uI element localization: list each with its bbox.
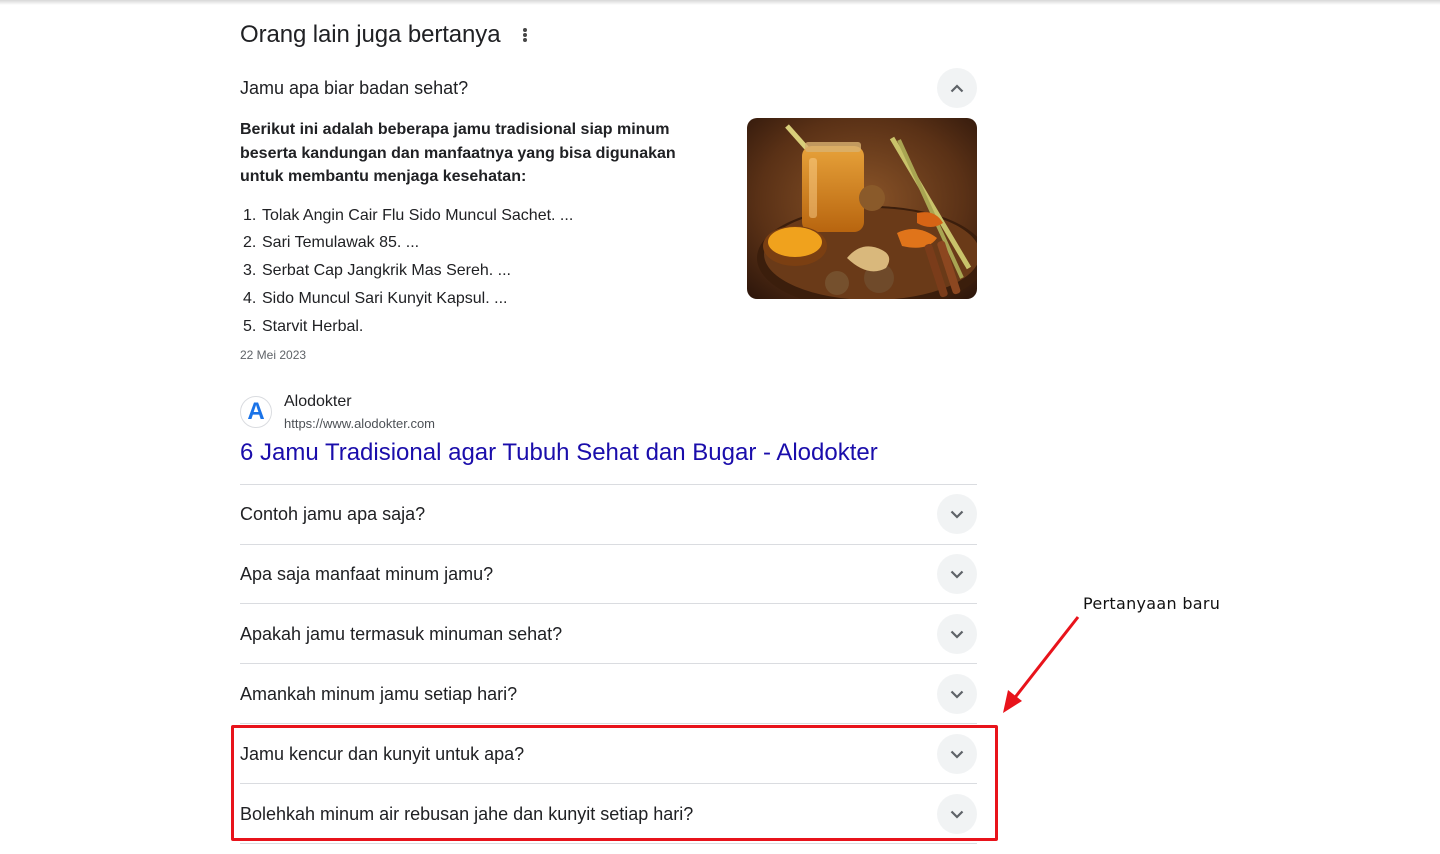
highlight-box — [231, 725, 998, 841]
paa-title: Orang lain juga bertanya — [240, 21, 501, 48]
chevron-down-icon[interactable] — [937, 554, 977, 594]
question-text: Jamu apa biar badan sehat? — [240, 77, 469, 98]
alodokter-favicon: A — [240, 396, 272, 428]
source-url[interactable]: https://www.alodokter.com — [284, 416, 435, 431]
answer-date: 22 Mei 2023 — [240, 348, 307, 362]
list-item: 2. Sari Temulawak 85. ... — [243, 234, 420, 252]
question-text: Contoh jamu apa saja? — [240, 503, 426, 524]
question-text: Apakah jamu termasuk minuman sehat? — [240, 623, 563, 644]
paa-question[interactable]: Contoh jamu apa saja? — [240, 484, 977, 544]
chevron-up-icon[interactable] — [937, 68, 977, 108]
chevron-down-icon[interactable] — [937, 614, 977, 654]
result-link[interactable]: 6 Jamu Tradisional agar Tubuh Sehat dan … — [240, 439, 878, 467]
source-name[interactable]: Alodokter — [284, 393, 352, 411]
paa-header: Orang lain juga bertanya — [240, 18, 528, 52]
paa-question[interactable]: Apakah jamu termasuk minuman sehat? — [240, 604, 977, 664]
annotation-label: Pertanyaan baru — [1083, 594, 1221, 613]
list-item: 1. Tolak Angin Cair Flu Sido Muncul Sache… — [243, 206, 574, 224]
list-item: 5. Starvit Herbal. — [243, 317, 364, 335]
answer-list: 1. Tolak Angin Cair Flu Sido Muncul Sache… — [240, 202, 720, 341]
paa-question-expanded[interactable]: Jamu apa biar badan sehat? — [240, 68, 977, 108]
list-item: 3. Serbat Cap Jangkrik Mas Sereh. ... — [243, 262, 511, 280]
answer-lead: Berikut ini adalah beberapa jamu tradisi… — [240, 121, 676, 185]
more-options-icon[interactable] — [522, 26, 528, 44]
list-item: 4. Sido Muncul Sari Kunyit Kapsul. ... — [243, 289, 508, 307]
answer-image[interactable] — [747, 118, 977, 299]
chevron-down-icon[interactable] — [937, 674, 977, 714]
chevron-down-icon[interactable] — [937, 494, 977, 534]
question-text: Amankah minum jamu setiap hari? — [240, 683, 518, 704]
paa-question[interactable]: Amankah minum jamu setiap hari? — [240, 664, 977, 724]
answer-snippet: Berikut ini adalah beberapa jamu tradisi… — [240, 118, 720, 340]
divider — [240, 843, 977, 844]
question-text: Apa saja manfaat minum jamu? — [240, 563, 494, 584]
paa-question[interactable]: Apa saja manfaat minum jamu? — [240, 544, 977, 604]
top-bar-shadow — [0, 0, 1440, 5]
